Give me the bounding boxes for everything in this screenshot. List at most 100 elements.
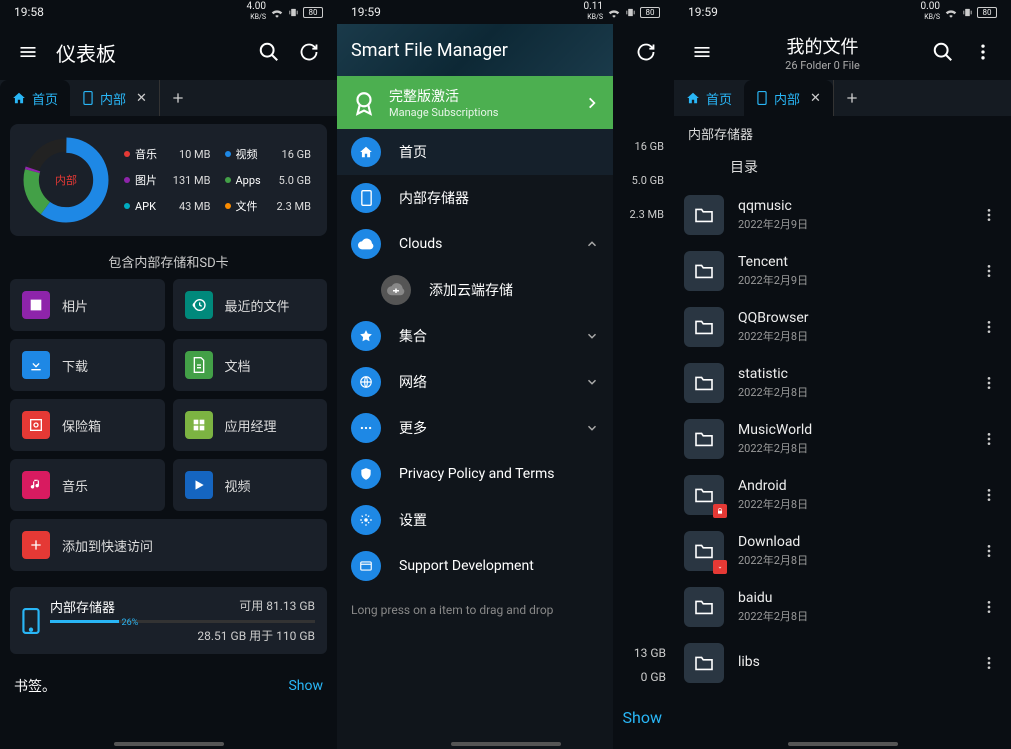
phone-icon [82,91,94,105]
tile-label: 最近的文件 [225,296,290,315]
item-overflow-button[interactable] [977,207,1001,223]
nav-handle[interactable] [114,742,224,746]
tab-close-button[interactable]: ✕ [136,91,147,106]
menu-button[interactable] [8,32,48,72]
tab-add-button[interactable] [160,80,196,116]
drawer-item-privacy[interactable]: Privacy Policy and Terms [337,451,613,497]
folder-item[interactable]: MusicWorld2022年2月8日 [674,411,1011,467]
show-button[interactable]: Show [623,708,662,727]
phone-icon [22,608,40,634]
quick-access-grid: 相片 最近的文件下载 文档保险箱应用经理音乐 视频添加到快速访问 [10,279,327,571]
folder-item[interactable]: libs [674,635,1011,691]
tile-label: 音乐 [62,476,88,495]
tab-internal[interactable]: 内部 ✕ [70,80,159,116]
tab-label: 内部 [100,89,126,108]
quick-tile-apps[interactable]: 应用经理 [173,399,328,451]
subscription-banner[interactable]: 完整版激活 Manage Subscriptions [337,76,613,129]
storage-row[interactable]: 内部存储器 可用 81.13 GB 26% 28.51 GB 用于 110 GB [10,587,327,654]
folder-date: 2022年2月8日 [738,440,963,456]
drawer-item-label: 首页 [399,142,427,162]
battery-icon: 80 [303,7,323,18]
status-time: 19:59 [688,5,718,19]
storage-chart-card[interactable]: 内部 音乐10 MB视频16 GB图片131 MBApps5.0 GBAPK43… [10,124,327,236]
legend-value: 5.0 GB [279,174,311,187]
tab-internal[interactable]: 内部 ✕ [744,80,833,116]
drawer-item-phone[interactable]: 内部存储器 [337,175,613,221]
music-icon [22,471,50,499]
folder-item[interactable]: Tencent 2022年2月9日 [674,243,1011,299]
refresh-button[interactable] [289,32,329,72]
item-overflow-button[interactable] [977,431,1001,447]
search-button[interactable] [249,32,289,72]
screen-drawer: 19:59 0.11KB/S 80 16 GB5.0 GB2.3 MB Smar… [337,0,674,749]
page-title: 我的文件 [787,33,859,59]
breadcrumb[interactable]: 内部存储器 [674,116,1011,151]
drawer-item-more[interactable]: 更多 [337,405,613,451]
vibrate-icon [625,7,636,18]
folder-name: statistic [738,366,963,382]
nav-handle[interactable] [451,742,561,746]
folder-icon [684,363,724,403]
overflow-button[interactable] [963,32,1003,72]
item-overflow-button[interactable] [977,543,1001,559]
item-overflow-button[interactable] [977,319,1001,335]
drawer-item-home[interactable]: 首页 [337,129,613,175]
drawer-item-cloud[interactable]: Clouds [337,221,613,267]
quick-tile-play[interactable]: 视频 [173,459,328,511]
folder-icon [684,307,724,347]
item-overflow-button[interactable] [977,375,1001,391]
folder-item[interactable]: statistic2022年2月8日 [674,355,1011,411]
folder-name: Android [738,478,963,494]
folder-item[interactable]: baidu2022年2月8日 [674,579,1011,635]
tab-home[interactable]: 首页 [0,80,70,116]
tile-label: 添加到快速访问 [62,536,153,555]
quick-tile-add[interactable]: 添加到快速访问 [10,519,327,571]
folder-name: QQBrowser [738,310,963,326]
page-title: 仪表板 [48,38,249,67]
wifi-icon [270,7,284,18]
refresh-button[interactable] [626,32,666,72]
item-overflow-button[interactable] [977,599,1001,615]
item-overflow-button[interactable] [977,263,1001,279]
folder-item[interactable]: QQBrowser2022年2月8日 [674,299,1011,355]
tab-home[interactable]: 首页 [674,80,744,116]
drawer-item-settings[interactable]: 设置 [337,497,613,543]
show-button[interactable]: Show [288,678,323,694]
tab-close-button[interactable]: ✕ [810,91,821,106]
item-overflow-button[interactable] [977,487,1001,503]
drawer-item-network[interactable]: 网络 [337,359,613,405]
tab-add-button[interactable] [834,80,870,116]
drawer-item-cloud-add[interactable]: 添加云端存储 [337,267,613,313]
folder-item[interactable]: Android2022年2月8日 [674,467,1011,523]
vibrate-icon [962,7,973,18]
storage-used: 28.51 GB 用于 110 GB [50,627,315,644]
home-icon [351,137,381,167]
folder-item[interactable]: Download2022年2月8日 [674,523,1011,579]
item-overflow-button[interactable] [977,655,1001,671]
quick-tile-download[interactable]: 下载 [10,339,165,391]
folder-date: 2022年2月9日 [738,272,963,288]
status-bar: 19:58 4.00KB/S 80 [0,0,337,24]
legend-value: 131 MB [173,174,211,187]
drawer-item-label: 集合 [399,326,427,346]
legend-item: 文件2.3 MB [225,198,318,214]
folder-icon [684,251,724,291]
drawer-item-support[interactable]: Support Development [337,543,613,589]
quick-tile-history[interactable]: 最近的文件 [173,279,328,331]
status-time: 19:58 [14,5,44,19]
chevron-right-icon [585,96,599,110]
quick-tile-safe[interactable]: 保险箱 [10,399,165,451]
folder-item[interactable]: qqmusic2022年2月9日 [674,187,1011,243]
quick-tile-doc[interactable]: 文档 [173,339,328,391]
wifi-icon [607,7,621,18]
quick-tile-music[interactable]: 音乐 [10,459,165,511]
tile-label: 文档 [225,356,251,375]
drawer-item-collection[interactable]: 集合 [337,313,613,359]
folder-name: Tencent [738,254,963,270]
chevron-down-icon [585,329,599,343]
menu-button[interactable] [682,32,722,72]
cloud-icon [351,229,381,259]
nav-handle[interactable] [788,742,898,746]
quick-tile-image[interactable]: 相片 [10,279,165,331]
search-button[interactable] [923,32,963,72]
